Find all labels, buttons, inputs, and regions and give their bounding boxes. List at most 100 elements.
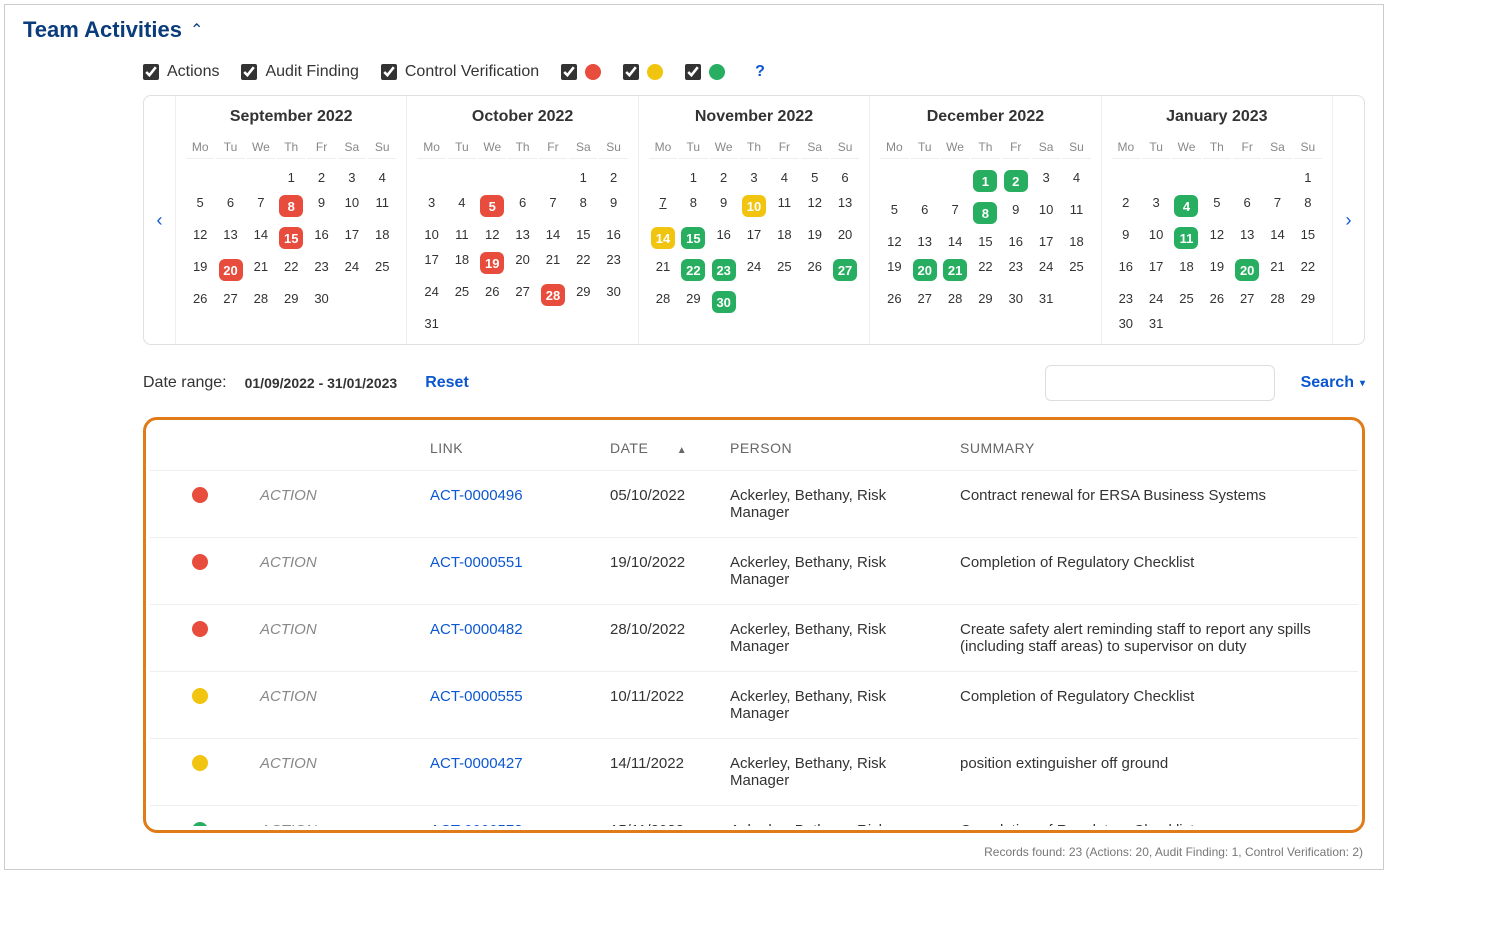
calendar-day[interactable]: 16	[1002, 229, 1030, 254]
calendar-day[interactable]: 13	[831, 190, 859, 222]
calendar-day[interactable]	[1263, 165, 1291, 190]
filter-green-checkbox[interactable]	[685, 64, 701, 80]
row-link[interactable]: ACT-0000555	[430, 688, 523, 705]
filter-amber-checkbox[interactable]	[623, 64, 639, 80]
marked-day-green[interactable]: 15	[681, 227, 705, 249]
calendar-day[interactable]: 19	[1203, 254, 1231, 286]
search-input[interactable]	[1045, 365, 1275, 401]
calendar-day[interactable]	[539, 165, 567, 190]
marked-day-green[interactable]: 2	[1004, 170, 1028, 192]
marked-day-green[interactable]: 11	[1174, 227, 1198, 249]
calendar-day[interactable]: 25	[770, 254, 798, 286]
calendar-day[interactable]	[1112, 165, 1140, 190]
calendar-day[interactable]: 6	[508, 190, 536, 222]
calendar-day[interactable]: 14	[941, 229, 969, 254]
calendar-day[interactable]: 18	[448, 247, 476, 279]
th-type[interactable]	[250, 426, 420, 471]
calendar-day[interactable]: 23	[599, 247, 627, 279]
calendar-day[interactable]: 23	[307, 254, 335, 286]
calendar-day[interactable]: 21	[649, 254, 677, 286]
calendar-day[interactable]: 14	[1263, 222, 1291, 254]
row-link[interactable]: ACT-0000496	[430, 487, 523, 504]
calendar-day[interactable]	[941, 165, 969, 197]
calendar-day[interactable]: 24	[1142, 286, 1170, 311]
calendar-day[interactable]: 10	[1142, 222, 1170, 254]
calendar-day[interactable]: 30	[710, 286, 738, 318]
calendar-day[interactable]: 6	[1233, 190, 1261, 222]
calendar-day[interactable]: 11	[1172, 222, 1200, 254]
calendar-day[interactable]: 9	[710, 190, 738, 222]
marked-day-green[interactable]: 20	[1235, 259, 1259, 281]
th-date[interactable]: DATE ▲	[600, 426, 720, 471]
calendar-day[interactable]: 10	[338, 190, 366, 222]
calendar-day[interactable]: 11	[770, 190, 798, 222]
calendar-day[interactable]: 28	[539, 279, 567, 311]
calendar-day[interactable]: 30	[1112, 311, 1140, 336]
calendar-day[interactable]: 8	[1294, 190, 1322, 222]
calendar-day[interactable]: 2	[599, 165, 627, 190]
calendar-day[interactable]: 6	[831, 165, 859, 190]
calendar-day[interactable]	[1142, 165, 1170, 190]
marked-day-green[interactable]: 21	[943, 259, 967, 281]
marked-day-red[interactable]: 28	[541, 284, 565, 306]
help-icon[interactable]: ?	[747, 63, 773, 81]
filter-actions[interactable]: Actions	[143, 63, 219, 81]
row-link[interactable]: ACT-0000427	[430, 755, 523, 772]
calendar-day[interactable]: 26	[1203, 286, 1231, 311]
calendar-day[interactable]: 30	[599, 279, 627, 311]
calendar-day[interactable]	[478, 311, 506, 336]
calendar-day[interactable]: 24	[1032, 254, 1060, 286]
calendar-day[interactable]: 17	[740, 222, 768, 254]
calendar-day[interactable]: 9	[599, 190, 627, 222]
calendar-day[interactable]: 27	[1233, 286, 1261, 311]
calendar-day[interactable]: 10	[417, 222, 445, 247]
calendar-day[interactable]: 29	[569, 279, 597, 311]
calendar-day[interactable]: 21	[1263, 254, 1291, 286]
calendar-day[interactable]: 18	[1172, 254, 1200, 286]
calendar-day[interactable]: 17	[1142, 254, 1170, 286]
calendar-day[interactable]: 2	[1112, 190, 1140, 222]
calendar-day[interactable]: 9	[307, 190, 335, 222]
marked-day-green[interactable]: 20	[913, 259, 937, 281]
calendar-day[interactable]: 29	[277, 286, 305, 311]
calendar-day[interactable]: 26	[801, 254, 829, 286]
calendar-day[interactable]	[1294, 311, 1322, 336]
calendar-day[interactable]: 4	[368, 165, 396, 190]
row-link[interactable]: ACT-0000573	[430, 822, 523, 826]
calendar-day[interactable]: 16	[307, 222, 335, 254]
calendar-day[interactable]: 19	[186, 254, 214, 286]
marked-day-green[interactable]: 27	[833, 259, 857, 281]
calendar-day[interactable]: 16	[1112, 254, 1140, 286]
calendar-day[interactable]	[1233, 165, 1261, 190]
calendar-day[interactable]: 13	[911, 229, 939, 254]
calendar-day[interactable]: 7	[649, 190, 677, 222]
calendar-day[interactable]	[1233, 311, 1261, 336]
th-summary[interactable]: SUMMARY	[950, 426, 1358, 471]
calendar-day[interactable]: 26	[478, 279, 506, 311]
calendar-day[interactable]	[1203, 165, 1231, 190]
calendar-day[interactable]: 7	[539, 190, 567, 222]
calendar-day[interactable]: 5	[1203, 190, 1231, 222]
calendar-day[interactable]	[649, 165, 677, 190]
marked-day-green[interactable]: 23	[712, 259, 736, 281]
calendar-day[interactable]	[448, 311, 476, 336]
calendar-day[interactable]: 1	[971, 165, 999, 197]
calendar-day[interactable]: 14	[539, 222, 567, 247]
calendar-day[interactable]	[1062, 286, 1090, 311]
calendar-day[interactable]: 7	[941, 197, 969, 229]
th-status[interactable]	[150, 426, 250, 471]
calendar-day[interactable]: 25	[368, 254, 396, 286]
calendar-day[interactable]: 23	[1002, 254, 1030, 286]
calendar-day[interactable]: 21	[941, 254, 969, 286]
filter-red[interactable]	[561, 64, 601, 80]
results-scroll[interactable]: LINK DATE ▲ PERSON SUMMARY ACTIONACT-000…	[150, 426, 1358, 826]
calendar-day[interactable]: 11	[448, 222, 476, 247]
calendar-day[interactable]: 29	[679, 286, 707, 318]
calendar-day[interactable]: 12	[478, 222, 506, 247]
calendar-day[interactable]: 15	[971, 229, 999, 254]
th-person[interactable]: PERSON	[720, 426, 950, 471]
calendar-day[interactable]: 16	[599, 222, 627, 247]
calendar-day[interactable]: 12	[801, 190, 829, 222]
calendar-day[interactable]: 8	[679, 190, 707, 222]
calendar-day[interactable]	[478, 165, 506, 190]
